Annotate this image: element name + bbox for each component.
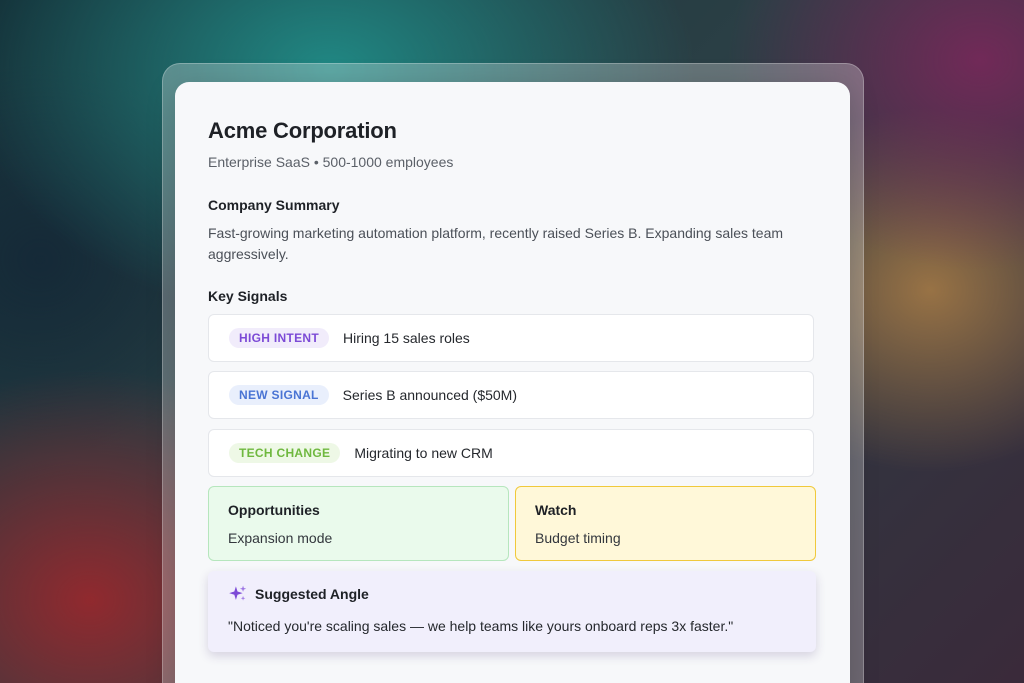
opportunities-value: Expansion mode [228,530,333,546]
signal-text: Hiring 15 sales roles [342,330,470,346]
opportunities-tile[interactable]: Opportunities Expansion mode [208,486,509,561]
watch-title: Watch [535,502,577,518]
company-card: Acme Corporation Enterprise SaaS • 500-1… [175,82,850,683]
suggested-angle-header: Suggested Angle [228,584,796,603]
sparkle-icon [229,585,247,601]
watch-tile[interactable]: Watch Budget timing [515,486,816,561]
summary-text: Fast-growing marketing automation platfo… [208,225,784,262]
opportunities-title: Opportunities [228,502,320,518]
company-subtitle: Enterprise SaaS • 500-1000 employees [208,154,454,170]
suggested-angle-title: Suggested Angle [255,585,369,602]
suggested-angle-quote: "Noticed you're scaling sales — we help … [228,618,734,634]
signal-row-tech-change[interactable]: TECH CHANGE Migrating to new CRM [208,429,814,477]
signal-text: Migrating to new CRM [354,445,493,461]
company-name: Acme Corporation [208,118,397,143]
signals-heading: Key Signals [208,288,288,304]
signal-row-high-intent[interactable]: HIGH INTENT Hiring 15 sales roles [208,314,814,362]
signal-row-new-signal[interactable]: NEW SIGNAL Series B announced ($50M) [208,371,814,419]
watch-value: Budget timing [535,530,621,546]
new-signal-badge: NEW SIGNAL [229,385,329,405]
signal-text: Series B announced ($50M) [342,387,517,403]
summary-heading: Company Summary [208,197,340,213]
suggested-angle-card[interactable]: Suggested Angle "Noticed you're scaling … [208,571,816,652]
tech-change-badge: TECH CHANGE [229,443,341,463]
high-intent-badge: HIGH INTENT [229,328,329,348]
